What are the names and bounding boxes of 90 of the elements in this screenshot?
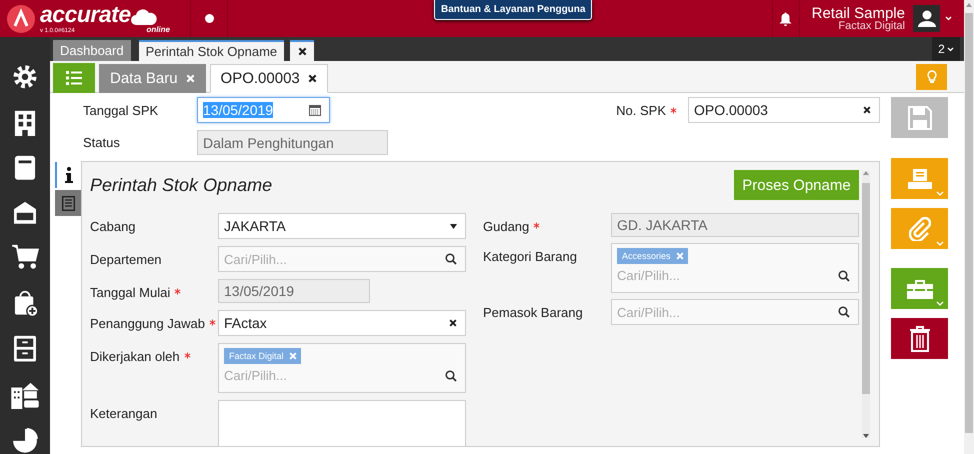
field-label: Gudang — [483, 219, 530, 234]
required-icon — [208, 319, 216, 326]
caret-icon — [946, 46, 954, 52]
search-icon[interactable] — [838, 306, 850, 318]
panel-title: Perintah Stok Opname — [90, 174, 272, 196]
list-icon — [66, 71, 82, 85]
dropdown-field[interactable]: JAKARTA — [218, 213, 466, 239]
search-input[interactable]: Cari/Pilih... — [617, 304, 838, 320]
document-tab[interactable]: OPO.00003 — [210, 64, 328, 93]
field-label: Departemen — [90, 252, 162, 267]
search-field[interactable]: Cari/Pilih... — [218, 246, 466, 272]
field-label: No. SPK — [616, 102, 666, 118]
calendar-icon[interactable] — [309, 104, 321, 116]
avatar[interactable] — [913, 5, 940, 32]
paperclip-icon — [908, 216, 930, 240]
search-input[interactable]: Cari/Pilih... — [224, 252, 445, 266]
document-tab[interactable]: Data Baru — [99, 64, 206, 93]
list-button[interactable] — [53, 63, 95, 93]
scrollbar[interactable] — [862, 171, 870, 438]
tag-chip[interactable]: Accessories — [617, 248, 688, 264]
tag-label: Accessories — [622, 251, 671, 261]
chart-icon[interactable] — [11, 428, 39, 454]
company-name: Retail Sample — [812, 6, 905, 20]
cloud-icon — [130, 8, 157, 26]
required-icon — [533, 222, 540, 229]
search-icon[interactable] — [445, 370, 457, 382]
close-icon[interactable] — [308, 74, 317, 83]
field-label: Status — [82, 135, 121, 150]
wallet-icon[interactable] — [11, 200, 39, 226]
tag-label: Factax Digital — [229, 351, 284, 361]
required-icon — [174, 288, 182, 295]
clear-icon[interactable] — [863, 106, 871, 114]
proses-button[interactable]: Proses Opname — [734, 170, 859, 200]
document-icon — [62, 196, 74, 210]
caret-icon — [936, 241, 944, 246]
tag-field[interactable]: Accessories Cari/Pilih... — [611, 243, 859, 293]
scrollbar[interactable] — [964, 0, 974, 454]
window-tab[interactable]: Dashboard — [53, 40, 131, 61]
field-label: Tanggal Mulai — [90, 285, 170, 300]
field-label: Pemasok Barang — [483, 305, 583, 320]
user-name: Factax Digital — [838, 20, 905, 32]
field-label: Penanggung Jawab — [90, 316, 205, 331]
notes-tab[interactable] — [55, 190, 81, 216]
field-label: Cabang — [90, 219, 136, 234]
dropdown-icon[interactable] — [450, 224, 457, 228]
tab-count[interactable]: 2 — [932, 37, 960, 61]
logo-icon — [6, 4, 36, 34]
scroll-down-icon[interactable] — [863, 434, 869, 438]
caret-icon — [936, 191, 944, 196]
save-icon — [908, 106, 932, 130]
logo-subtext: online — [146, 26, 170, 34]
tools-button[interactable] — [891, 268, 948, 309]
caret-icon — [936, 301, 944, 306]
trash-icon — [908, 326, 930, 352]
briefcase-icon — [906, 278, 932, 298]
settings-icon[interactable] — [11, 64, 39, 90]
cart-icon[interactable] — [10, 244, 40, 270]
search-input[interactable]: Cari/Pilih... — [224, 368, 445, 383]
required-icon — [670, 106, 677, 114]
clear-icon[interactable] — [449, 319, 457, 327]
text-field[interactable]: OPO.00003 — [688, 97, 880, 123]
tag-chip[interactable]: Factax Digital — [224, 348, 301, 364]
close-icon[interactable] — [298, 47, 307, 56]
search-icon[interactable] — [838, 270, 850, 282]
printer-icon — [908, 168, 932, 188]
field-label: Kategori Barang — [483, 249, 577, 264]
text-field[interactable]: FActax — [218, 310, 466, 336]
search-input[interactable]: Cari/Pilih... — [617, 268, 838, 283]
search-field[interactable]: Cari/Pilih... — [611, 299, 859, 325]
tab-count-text: 2 — [938, 42, 945, 56]
caret-icon[interactable] — [945, 16, 952, 21]
dot-icon — [204, 14, 214, 23]
user-icon — [918, 10, 936, 27]
buildings-icon[interactable] — [9, 382, 41, 410]
date-field[interactable]: 13/05/2019 — [197, 97, 330, 123]
bell-icon[interactable] — [779, 12, 792, 26]
required-icon — [184, 352, 191, 359]
tag-field[interactable]: Factax Digital Cari/Pilih... — [218, 343, 466, 393]
delete-button[interactable] — [891, 318, 948, 359]
field-label: Tanggal SPK — [82, 102, 160, 118]
logo-text: accurate — [40, 3, 131, 26]
field-label: Dikerjakan oleh — [90, 349, 180, 364]
window-tab[interactable]: Perintah Stok Opname — [138, 40, 284, 61]
help-button[interactable]: Bantuan & Layanan Pengguna — [434, 0, 592, 20]
close-tab-button[interactable] — [290, 40, 314, 61]
field-label: Keterangan — [90, 406, 158, 421]
search-icon[interactable] — [445, 253, 457, 265]
info-icon — [65, 167, 73, 183]
lightbulb-icon — [926, 70, 938, 84]
cabinet-icon[interactable] — [12, 335, 38, 363]
